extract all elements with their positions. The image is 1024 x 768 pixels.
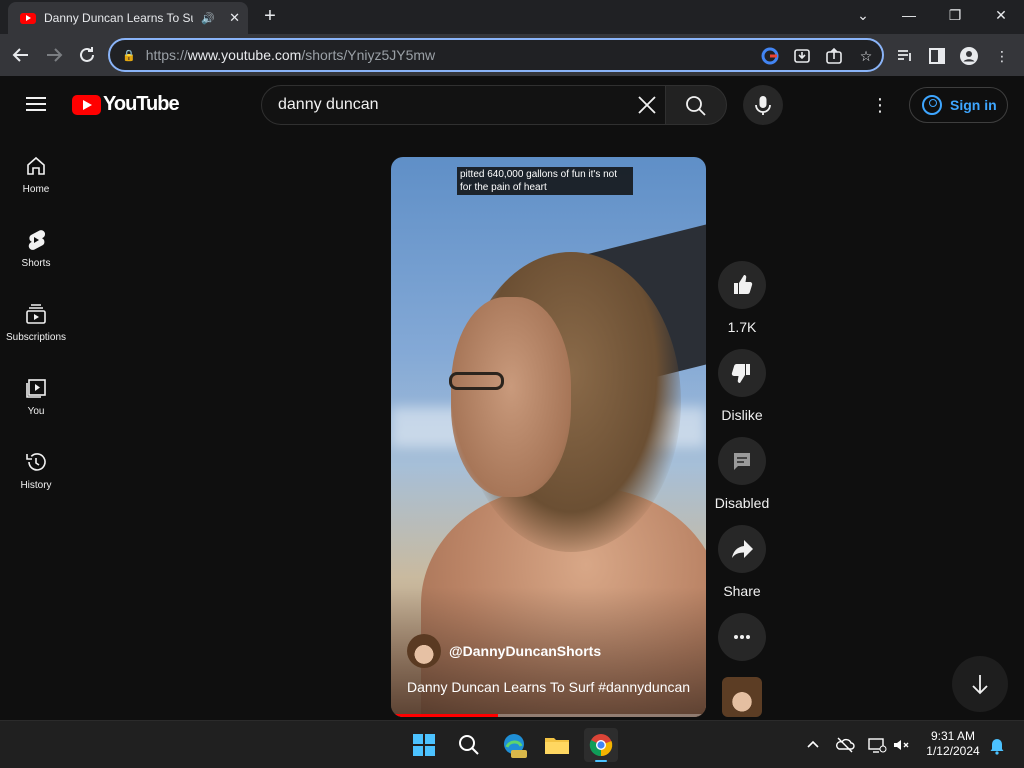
bookmark-star-icon[interactable]: ☆ <box>855 45 877 67</box>
video-scene-sunglasses <box>449 372 504 390</box>
dislike-action[interactable]: Dislike <box>718 349 766 423</box>
chrome-menu-icon[interactable]: ⋮ <box>991 45 1013 67</box>
ellipsis-icon <box>734 635 750 639</box>
video-progress-fill <box>391 714 499 717</box>
share-action[interactable]: Share <box>718 525 766 599</box>
window-restore-button[interactable]: ❐ <box>932 0 978 30</box>
history-icon <box>24 450 48 474</box>
more-options-button[interactable] <box>718 613 766 661</box>
clock-date: 1/12/2024 <box>926 744 980 758</box>
window-close-button[interactable]: ✕ <box>978 0 1024 30</box>
share-arrow-icon <box>732 540 753 558</box>
share-button[interactable] <box>718 525 766 573</box>
sidebar-item-home[interactable]: Home <box>0 154 72 228</box>
sidebar-item-label: You <box>27 406 45 417</box>
clear-search-icon[interactable] <box>636 94 658 116</box>
share-page-icon[interactable] <box>823 45 845 67</box>
subscriptions-icon <box>24 302 48 326</box>
side-panel-icon[interactable] <box>926 45 948 67</box>
forward-arrow-icon[interactable] <box>41 42 67 68</box>
windows-start-icon[interactable] <box>407 728 441 762</box>
clock-time: 9:31 AM <box>930 729 976 743</box>
settings-kebab-icon[interactable]: ⋮ <box>870 94 890 116</box>
video-title[interactable]: Danny Duncan Learns To Surf #dannyduncan <box>407 679 690 695</box>
tab-close-icon[interactable]: ✕ <box>229 10 240 26</box>
dislike-label: Dislike <box>721 407 763 423</box>
url-text[interactable]: https://www.youtube.com/shorts/Yniyz5JY5… <box>146 47 435 63</box>
browser-tab[interactable]: Danny Duncan Learns To Surf 🔊 ✕ <box>8 2 248 34</box>
video-progress-bar[interactable] <box>391 714 706 717</box>
search-input[interactable] <box>278 96 618 114</box>
sound-source-thumbnail[interactable] <box>722 677 762 717</box>
network-icon[interactable] <box>866 734 888 756</box>
notification-bell-icon[interactable] <box>986 734 1008 756</box>
channel-avatar[interactable] <box>407 634 441 668</box>
window-minimize-button[interactable]: — <box>886 0 932 30</box>
channel-handle[interactable]: @DannyDuncanShorts <box>449 643 601 659</box>
sidebar-item-label: Home <box>22 184 50 195</box>
comments-label: Disabled <box>714 495 770 511</box>
youtube-logo-icon[interactable] <box>72 95 101 115</box>
youtube-favicon-icon <box>20 12 36 24</box>
sign-in-label: Sign in <box>950 97 997 113</box>
sidebar-item-label: Subscriptions <box>5 332 67 343</box>
taskbar-clock[interactable]: 9:31 AM 1/12/2024 <box>918 729 988 759</box>
reload-icon[interactable] <box>74 42 100 68</box>
tab-title: Danny Duncan Learns To Surf <box>44 11 194 25</box>
sign-in-button[interactable]: Sign in <box>909 87 1008 123</box>
dislike-button[interactable] <box>718 349 766 397</box>
search-box[interactable] <box>261 85 667 125</box>
google-lens-icon[interactable] <box>759 45 781 67</box>
youtube-logo-text[interactable]: YouTube <box>103 93 180 116</box>
next-video-button[interactable] <box>952 656 1008 712</box>
edge-beta-icon[interactable] <box>497 728 531 762</box>
comments-action[interactable]: Disabled <box>715 437 769 511</box>
tab-audio-icon[interactable]: 🔊 <box>201 12 215 25</box>
comments-button[interactable] <box>718 437 766 485</box>
new-tab-button[interactable]: + <box>258 4 282 28</box>
like-count: 1.7K <box>727 319 757 335</box>
sidebar-item-you[interactable]: You <box>0 376 72 450</box>
thumbs-down-icon <box>731 364 750 383</box>
reading-list-icon[interactable] <box>894 45 916 67</box>
account-circle-icon <box>922 95 942 115</box>
file-explorer-icon[interactable] <box>540 728 574 762</box>
taskbar-search-icon[interactable] <box>452 728 486 762</box>
more-actions[interactable] <box>718 613 766 661</box>
like-action[interactable]: 1.7K <box>718 261 766 335</box>
comment-icon <box>734 453 750 470</box>
show-hidden-icons-chevron-icon[interactable] <box>802 734 824 756</box>
microphone-icon <box>755 96 771 115</box>
channel-info[interactable]: @DannyDuncanShorts <box>407 634 601 668</box>
sidebar-item-shorts[interactable]: Shorts <box>0 228 72 302</box>
like-button[interactable] <box>718 261 766 309</box>
search-icon <box>686 96 706 116</box>
sidebar-item-history[interactable]: History <box>0 450 72 524</box>
arrow-down-icon <box>972 675 988 695</box>
onedrive-offline-icon[interactable] <box>834 734 856 756</box>
chrome-taskbar-icon[interactable] <box>584 728 618 762</box>
sidebar-item-label: Shorts <box>21 258 51 269</box>
lock-icon[interactable]: 🔒 <box>122 49 136 62</box>
hamburger-menu-icon[interactable] <box>26 97 46 111</box>
shorts-video-player[interactable]: pitted 640,000 gallons of fun it's not f… <box>391 157 706 717</box>
video-scene-face <box>451 297 571 497</box>
install-app-icon[interactable] <box>791 45 813 67</box>
profile-icon[interactable] <box>958 45 980 67</box>
back-arrow-icon[interactable] <box>8 42 34 68</box>
you-icon <box>24 376 48 400</box>
share-label: Share <box>723 583 761 599</box>
tab-search-chevron-icon[interactable]: ⌄ <box>840 0 886 30</box>
search-button[interactable] <box>665 85 727 125</box>
thumbs-up-icon <box>734 275 753 294</box>
sidebar-item-label: History <box>20 480 52 491</box>
volume-muted-icon[interactable] <box>890 734 912 756</box>
sidebar-item-subscriptions[interactable]: Subscriptions <box>0 302 72 376</box>
shorts-icon <box>24 228 48 252</box>
voice-search-button[interactable] <box>743 85 783 125</box>
home-icon <box>24 154 48 178</box>
video-caption: pitted 640,000 gallons of fun it's not f… <box>457 167 633 195</box>
